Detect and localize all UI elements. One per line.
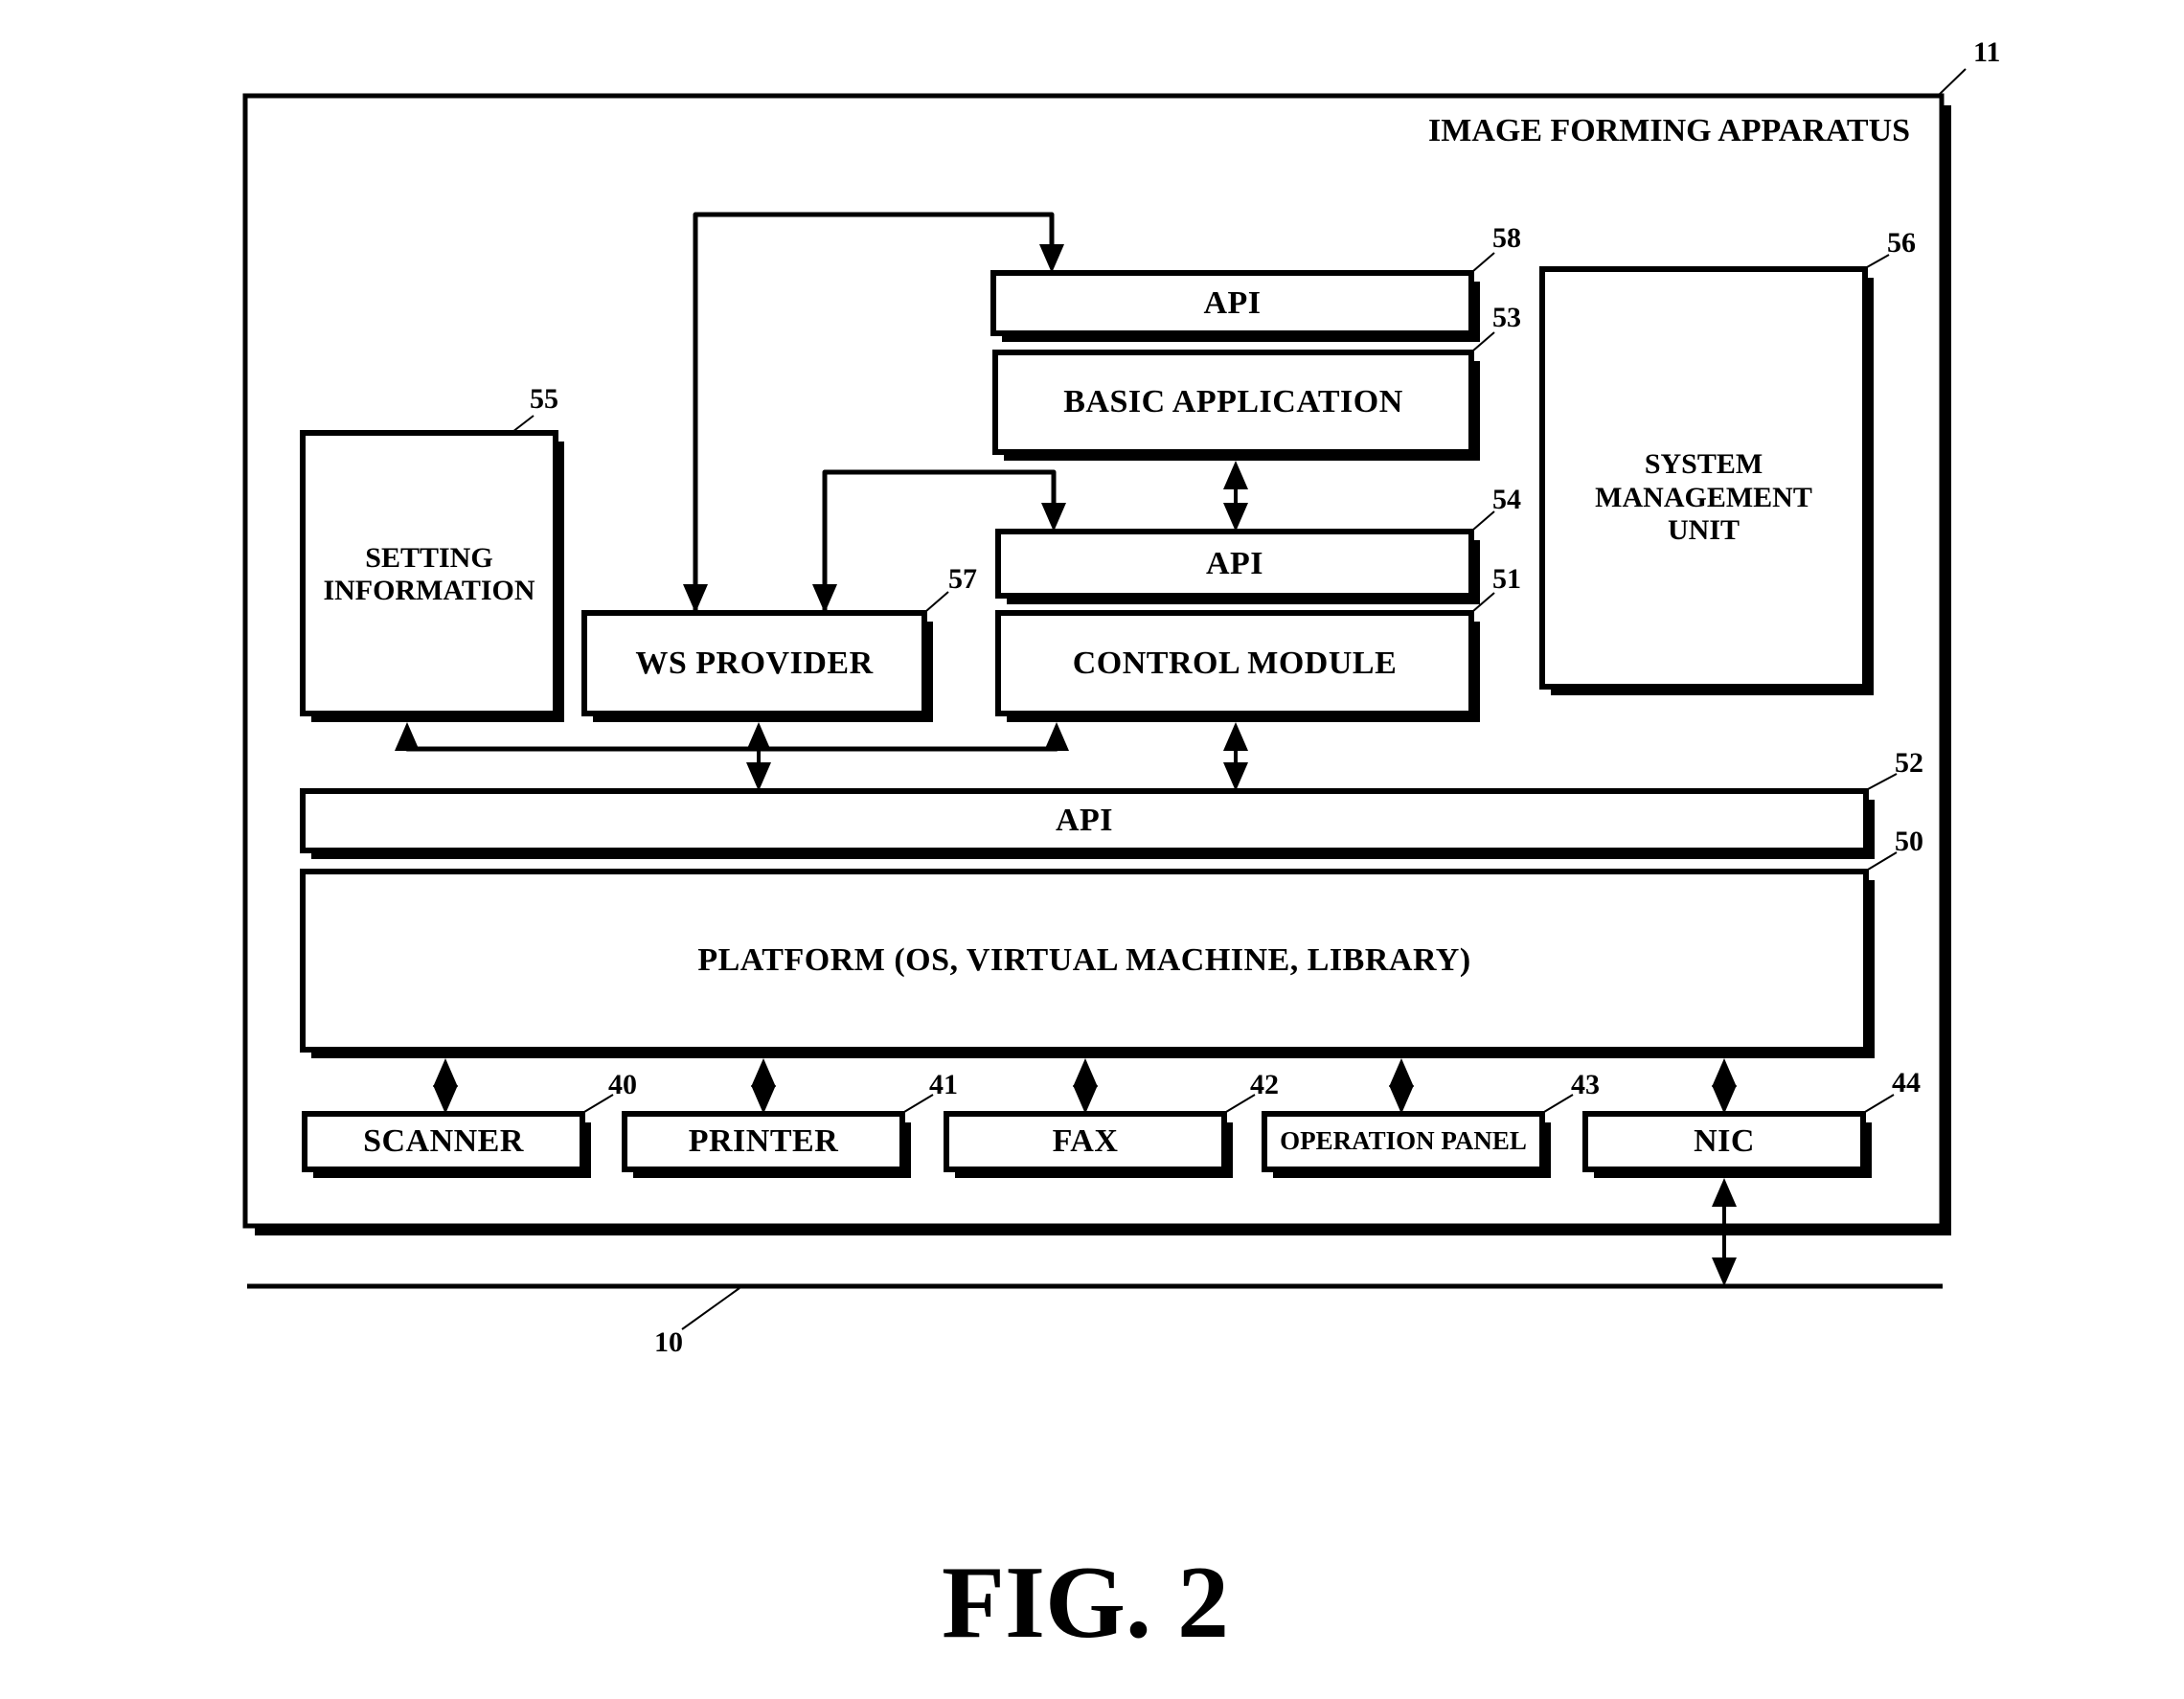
fax-label: FAX <box>1052 1123 1119 1160</box>
apparatus-ref-leader <box>1936 68 1967 98</box>
network-ref: 10 <box>654 1326 683 1358</box>
figure-caption: FIG. 2 <box>942 1546 1230 1660</box>
api-54-ref: 54 <box>1492 484 1521 515</box>
operation-panel-ref: 43 <box>1571 1069 1600 1100</box>
basic-application-label: BASIC APPLICATION <box>1063 384 1403 420</box>
api-52-ref: 52 <box>1895 747 1923 779</box>
printer-ref: 41 <box>929 1069 958 1100</box>
apparatus-title: IMAGE FORMING APPARATUS <box>1428 113 1911 148</box>
api-58-ref: 58 <box>1492 222 1521 254</box>
api-54-label: API <box>1205 545 1264 581</box>
system-management-unit-ref: 56 <box>1887 227 1916 259</box>
smu-line-2: MANAGEMENT <box>1595 481 1812 513</box>
platform-label: PLATFORM (OS, VIRTUAL MACHINE, LIBRARY) <box>697 942 1471 979</box>
scanner-ref: 40 <box>608 1069 637 1100</box>
scanner-label: SCANNER <box>363 1123 524 1160</box>
setting-information-ref: 55 <box>530 383 558 415</box>
platform-ref: 50 <box>1895 826 1923 857</box>
nic-network-arrow-head-down <box>1712 1257 1737 1286</box>
control-module-label: CONTROL MODULE <box>1072 645 1398 681</box>
basic-application-ref: 53 <box>1492 302 1521 333</box>
smu-line-3: UNIT <box>1667 514 1740 547</box>
network-ref-leader <box>681 1287 740 1330</box>
setting-line-1: SETTING <box>365 541 493 574</box>
nic-ref: 44 <box>1892 1067 1921 1099</box>
operation-panel-label: OPERATION PANEL <box>1280 1126 1527 1156</box>
nic-label: NIC <box>1694 1123 1755 1160</box>
setting-information-label: SETTING INFORMATION <box>303 532 556 618</box>
ws-provider-ref: 57 <box>948 563 977 595</box>
control-module-ref: 51 <box>1492 563 1521 595</box>
fax-ref: 42 <box>1250 1069 1279 1100</box>
system-management-unit-label: SYSTEM MANAGEMENT UNIT <box>1542 431 1865 565</box>
api-58-label: API <box>1203 284 1262 321</box>
api-52-label: API <box>1055 803 1114 839</box>
setting-line-2: INFORMATION <box>323 575 535 606</box>
apparatus-ref: 11 <box>1973 36 2001 68</box>
smu-line-1: SYSTEM <box>1644 448 1763 481</box>
ws-provider-label: WS PROVIDER <box>635 645 874 681</box>
printer-label: PRINTER <box>688 1123 839 1160</box>
